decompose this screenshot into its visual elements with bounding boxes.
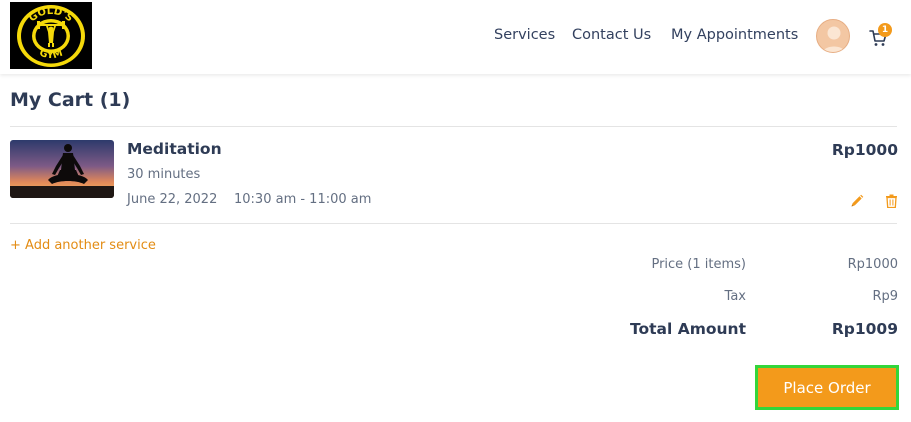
- appointment-date: June 22, 2022: [127, 192, 218, 207]
- tax-value: Rp9: [872, 289, 898, 304]
- delete-icon[interactable]: [885, 194, 898, 208]
- price-value: Rp1000: [847, 257, 898, 272]
- price-label: Price (1 items): [651, 257, 746, 272]
- nav-appointments-link[interactable]: My Appointments: [671, 27, 798, 43]
- service-thumbnail: [10, 140, 114, 198]
- nav-contact-link[interactable]: Contact Us: [572, 27, 651, 43]
- tax-label: Tax: [724, 289, 746, 304]
- nav-services-link[interactable]: Services: [494, 27, 555, 43]
- service-name: Meditation: [127, 140, 222, 158]
- service-price: Rp1000: [831, 141, 898, 159]
- total-amount-value: Rp1009: [831, 320, 898, 338]
- golds-gym-logo[interactable]: GOLD'S GYM: [10, 2, 92, 69]
- top-header: GOLD'S GYM Services Contact Us My Appoin…: [0, 0, 911, 74]
- edit-icon[interactable]: [850, 194, 864, 208]
- cart-count-badge[interactable]: 1: [878, 23, 892, 37]
- divider: [10, 223, 897, 224]
- add-another-service-link[interactable]: + Add another service: [10, 238, 156, 253]
- service-duration: 30 minutes: [127, 167, 201, 182]
- page-title: My Cart (1): [10, 89, 131, 111]
- logo-emblem: GOLD'S GYM: [17, 4, 85, 67]
- divider: [10, 126, 897, 127]
- avatar-icon[interactable]: [816, 19, 850, 53]
- place-order-highlight: Place Order: [755, 365, 899, 410]
- appointment-time: 10:30 am - 11:00 am: [234, 192, 372, 207]
- total-amount-label: Total Amount: [629, 320, 746, 338]
- place-order-button[interactable]: Place Order: [758, 368, 896, 407]
- avatar-silhouette: [822, 26, 846, 52]
- meditation-image: [10, 140, 114, 198]
